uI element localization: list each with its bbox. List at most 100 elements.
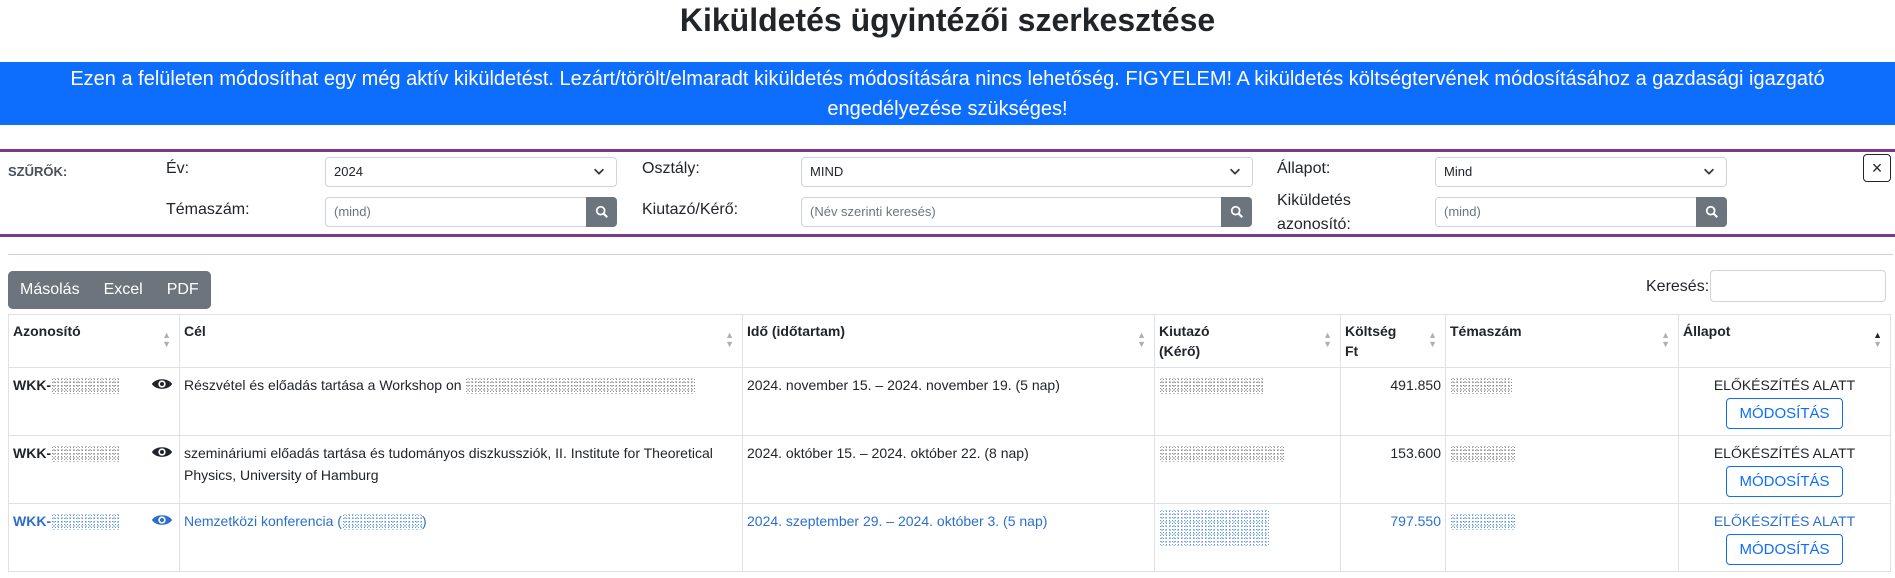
trip-cost: 491.850 [1390,377,1441,393]
redacted-topic [1450,378,1512,395]
trip-id-input[interactable]: (mind) [1435,197,1697,227]
redacted-topic [1450,446,1516,463]
redacted-text [465,378,696,395]
column-header-traveler[interactable]: Kiutazó (Kérő) ▲ ▼ [1154,314,1341,368]
topic-search-button[interactable] [586,197,617,227]
department-select-value: MIND [810,164,844,179]
topic-label: Témaszám: [166,201,250,218]
cell-traveler [1154,435,1341,504]
column-header-traveler-line1: Kiutazó [1159,323,1210,339]
trip-id-input-placeholder: (mind) [1444,204,1481,219]
trip-goal: Nemzetközi konferencia ( [184,513,342,529]
trip-id-prefix: WKK- [13,445,52,461]
table-search-label: Keresés: [1646,278,1710,295]
search-icon [1705,205,1718,218]
trip-id-label: Kiküldetés azonosító: [1277,189,1351,237]
sort-icon: ▲ ▼ [1428,330,1437,349]
topic-input[interactable]: (mind) [325,197,587,227]
cell-topic [1445,435,1679,504]
cell-cost: 491.850 [1340,367,1446,436]
department-label: Osztály: [642,160,700,177]
traveler-input[interactable]: (Név szerinti keresés) [801,197,1222,227]
page-title: Kiküldetés ügyintézői szerkesztése [679,2,1216,38]
sort-icon: ▲ ▼ [1661,330,1670,349]
table-search-input[interactable] [1710,270,1886,302]
status-text: ELŐKÉSZÍTÉS ALATT [1713,513,1856,529]
close-icon: × [1871,157,1883,178]
eye-icon[interactable] [151,443,173,461]
trip-id-label-line2: azonosító: [1277,216,1351,233]
year-label: Év: [166,160,190,177]
table-row: WKK- Nemzetközi konferencia () 2024. sze… [8,503,1891,572]
column-header-topic-label: Témaszám [1450,323,1522,339]
trip-id-label-line1: Kiküldetés [1277,192,1351,209]
department-select[interactable]: MIND [801,157,1253,187]
column-header-time[interactable]: Idő (időtartam) ▲ ▼ [742,314,1155,368]
trip-id-search-button[interactable] [1696,197,1727,227]
table-row: WKK- szemináriumi előadás tartása és tud… [8,435,1891,504]
eye-icon[interactable] [151,375,173,393]
redacted-id [51,446,122,463]
excel-button[interactable]: Excel [91,271,155,309]
year-select[interactable]: 2024 [325,157,617,187]
trip-cost: 797.550 [1390,513,1441,529]
modify-button[interactable]: MÓDOSÍTÁS [1726,398,1843,429]
redacted-traveler [1159,446,1284,463]
traveler-label: Kiutazó/Kérő: [642,201,739,218]
filters-heading: SZŰRŐK: [8,164,68,179]
chevron-down-icon [594,168,604,175]
search-icon [1230,205,1243,218]
column-header-cost-line1: Költség [1345,323,1397,339]
export-button-group: Másolás Excel PDF [8,271,211,309]
sort-icon: ▲ ▼ [1323,330,1332,349]
cell-cost: 797.550 [1340,503,1446,572]
close-filters-button[interactable]: × [1863,154,1891,182]
column-header-goal-label: Cél [184,323,206,339]
cell-status: ELŐKÉSZÍTÉS ALATT MÓDOSÍTÁS [1678,435,1891,504]
column-header-topic[interactable]: Témaszám ▲ ▼ [1445,314,1679,368]
status-label: Állapot: [1277,160,1331,177]
column-header-id-label: Azonosító [13,323,81,339]
cell-status: ELŐKÉSZÍTÉS ALATT MÓDOSÍTÁS [1678,503,1891,572]
cell-topic [1445,367,1679,436]
trip-time: 2024. szeptember 29. – 2024. október 3. … [747,513,1048,529]
copy-button[interactable]: Másolás [8,271,92,309]
pdf-button[interactable]: PDF [154,271,211,309]
trips-table: Azonosító ▲ ▼ Cél ▲ ▼ Idő (időtartam) ▲ ▼ Kiut… [8,314,1891,572]
status-select[interactable]: Mind [1435,157,1727,187]
redacted-id [51,514,122,531]
column-header-goal[interactable]: Cél ▲ ▼ [179,314,743,368]
cell-time: 2024. október 15. – 2024. október 22. (8… [742,435,1155,504]
section-divider [8,254,1893,255]
search-icon [595,205,608,218]
column-header-id[interactable]: Azonosító ▲ ▼ [8,314,180,368]
cell-goal: Részvétel és előadás tartása a Workshop … [179,367,743,436]
trip-id-prefix: WKK- [13,513,52,529]
cell-time: 2024. november 15. – 2024. november 19. … [742,367,1155,436]
table-header-row: Azonosító ▲ ▼ Cél ▲ ▼ Idő (időtartam) ▲ ▼ Kiut… [8,314,1891,368]
column-header-status[interactable]: Állapot ▲ ▼ [1678,314,1891,368]
redacted-traveler [1159,510,1269,546]
status-text: ELŐKÉSZÍTÉS ALATT [1713,377,1856,393]
cell-id: WKK- [8,503,180,572]
modify-button[interactable]: MÓDOSÍTÁS [1726,534,1843,565]
traveler-input-placeholder: (Név szerinti keresés) [810,204,936,219]
cell-status: ELŐKÉSZÍTÉS ALATT MÓDOSÍTÁS [1678,367,1891,436]
modify-button[interactable]: MÓDOSÍTÁS [1726,466,1843,497]
cell-id: WKK- [8,367,180,436]
filter-panel: SZŰRŐK: Év: 2024 Osztály: MIND Állapot: … [0,149,1895,237]
column-header-cost[interactable]: Költség Ft ▲ ▼ [1340,314,1446,368]
sort-icon: ▲ ▼ [725,330,734,349]
traveler-search-button[interactable] [1221,197,1252,227]
info-banner: Ezen a felületen módosíthat egy még aktí… [0,62,1895,125]
eye-icon[interactable] [151,511,173,529]
column-header-traveler-line2: (Kérő) [1159,343,1201,359]
redacted-traveler [1159,378,1264,395]
topic-input-placeholder: (mind) [334,204,371,219]
trip-time: 2024. október 15. – 2024. október 22. (8… [747,445,1029,461]
cell-goal[interactable]: Nemzetközi konferencia () [179,503,743,572]
trip-time: 2024. november 15. – 2024. november 19. … [747,377,1060,393]
status-select-value: Mind [1444,164,1473,179]
column-header-status-label: Állapot [1683,323,1731,339]
chevron-down-icon [1230,168,1240,175]
